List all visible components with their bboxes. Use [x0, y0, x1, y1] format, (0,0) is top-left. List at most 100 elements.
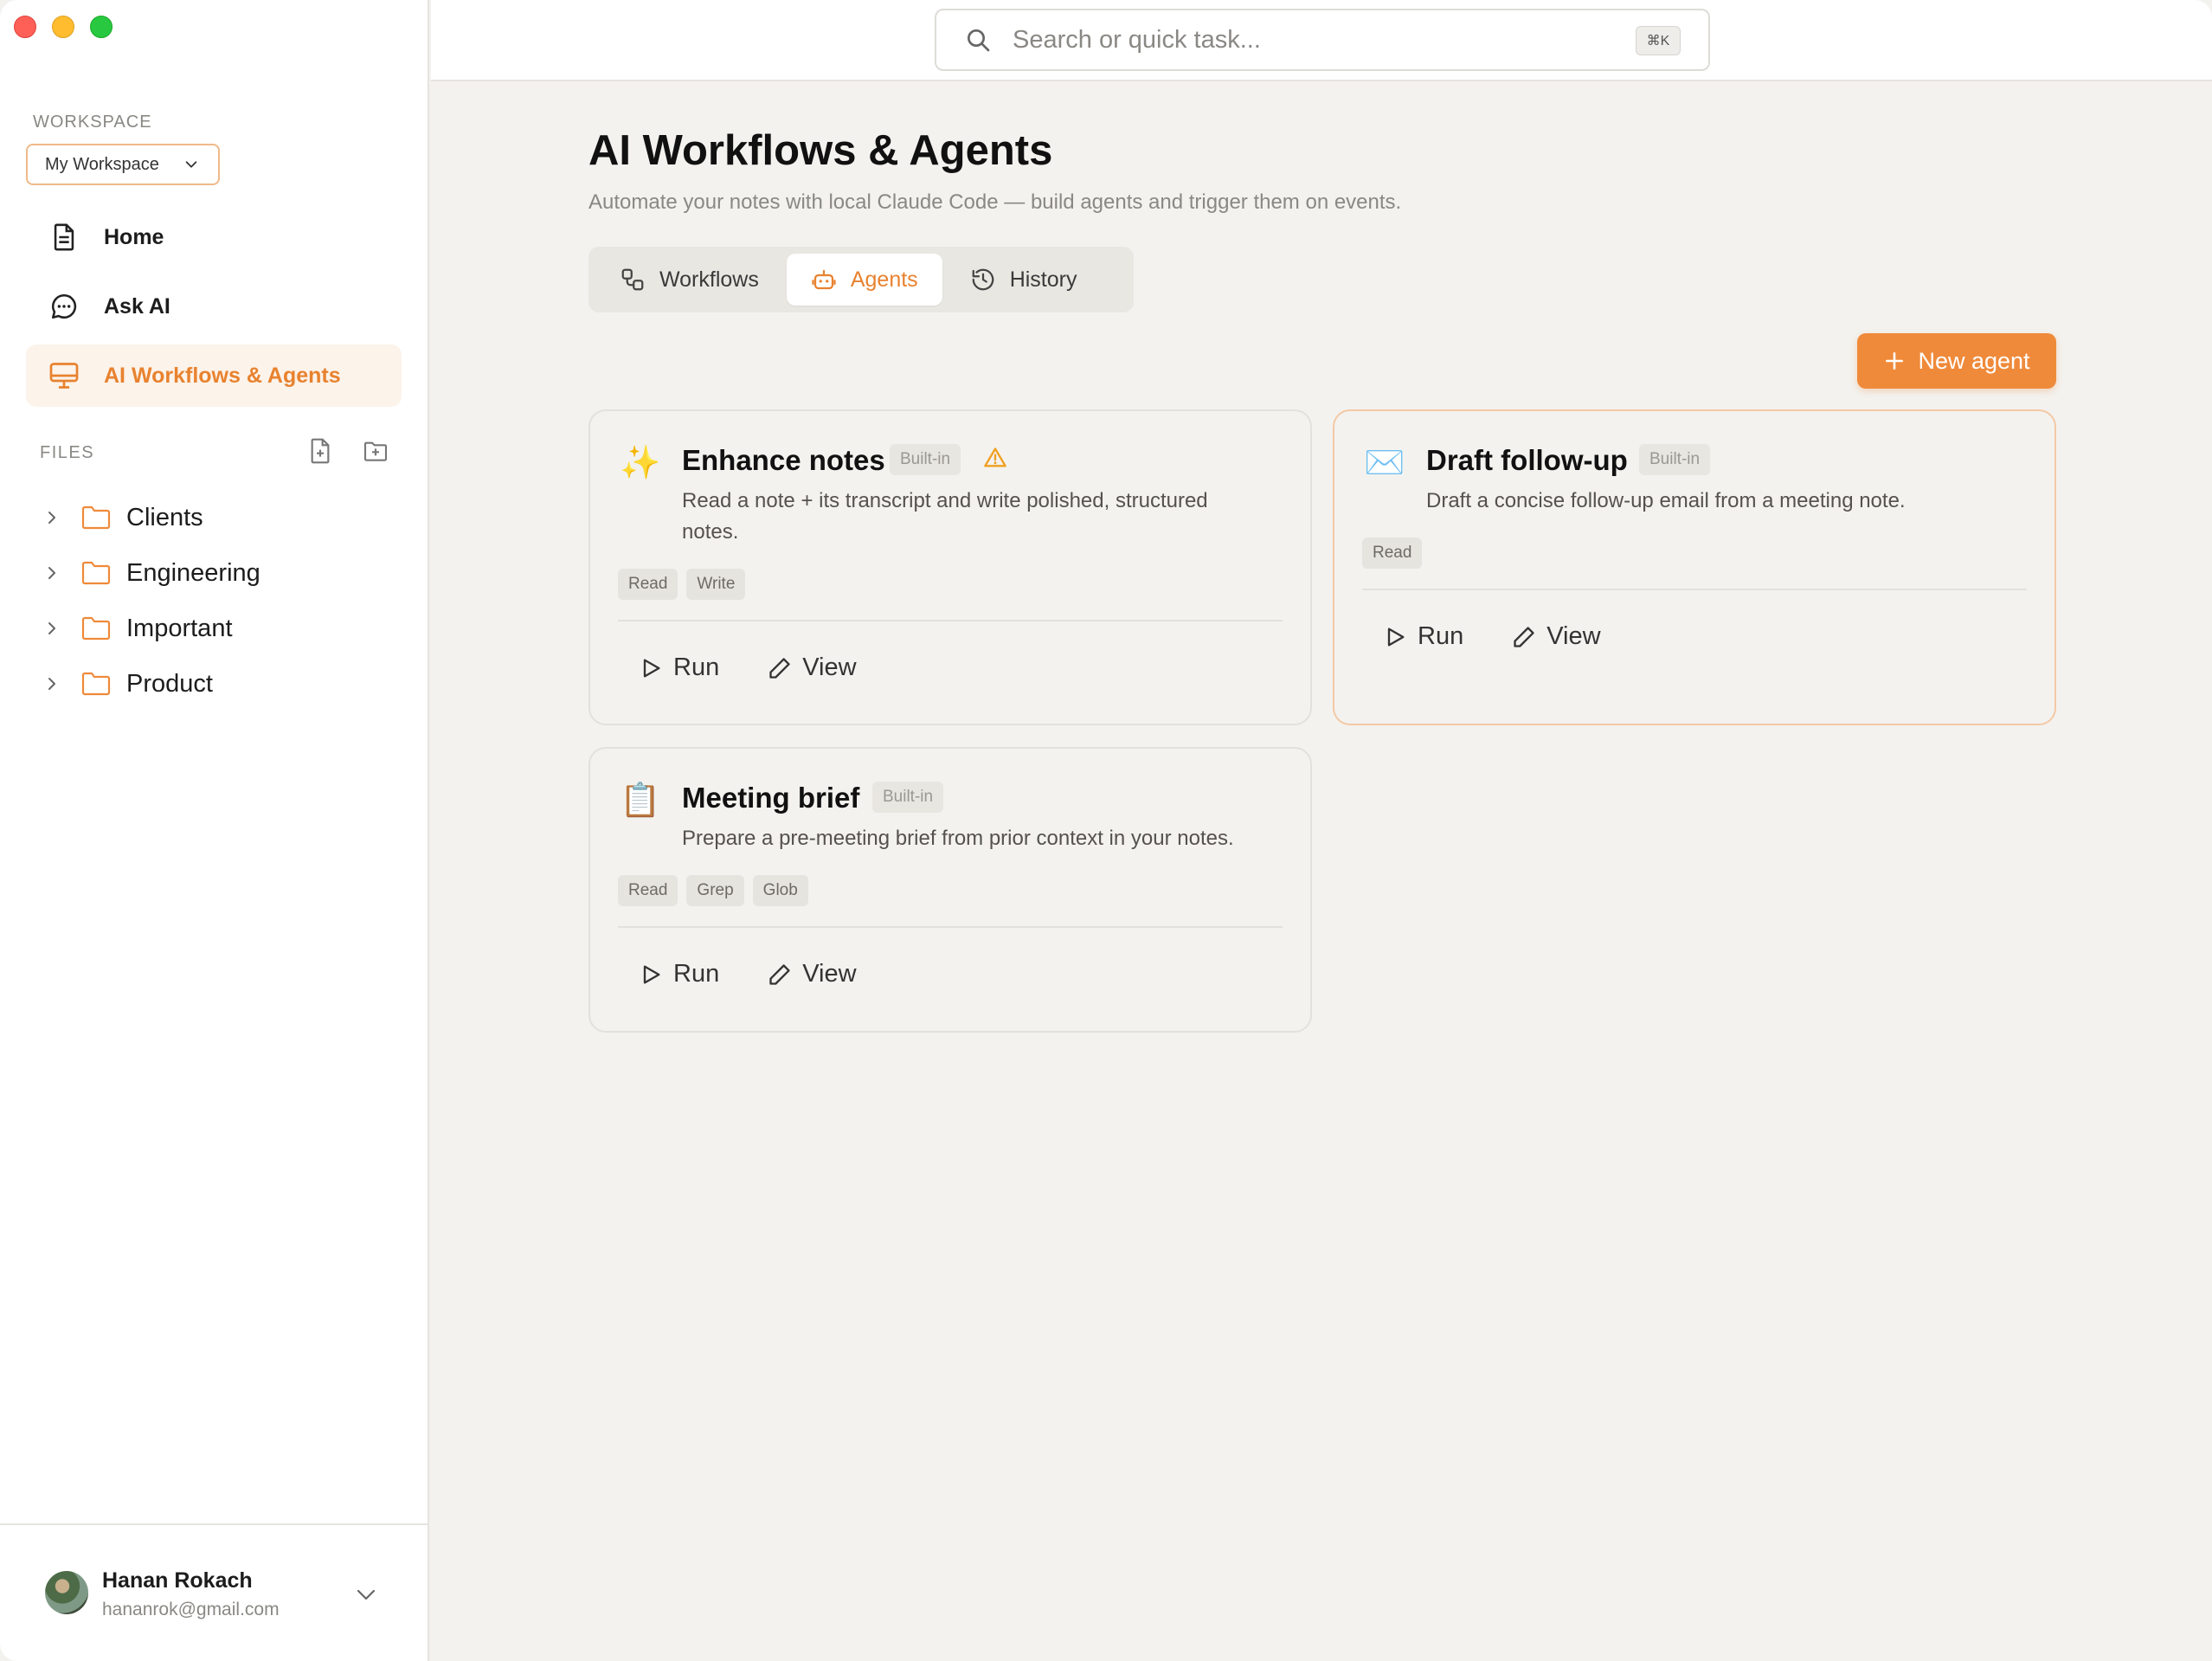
folder-icon — [81, 616, 111, 641]
agent-description: Read a note + its transcript and write p… — [682, 486, 1208, 548]
folder-label: Important — [126, 614, 233, 642]
run-button[interactable]: Run — [1383, 622, 1463, 651]
tab-bar: Workflows Agents History — [588, 247, 1134, 312]
chevron-right-icon[interactable] — [43, 509, 61, 526]
monitor-icon — [48, 360, 80, 391]
run-button[interactable]: Run — [639, 653, 719, 682]
tool-tag: Grep — [686, 875, 744, 906]
files-actions — [306, 437, 389, 465]
sparkles-icon: ✨ — [620, 445, 661, 481]
divider — [618, 926, 1283, 928]
view-button[interactable]: View — [768, 960, 857, 988]
agent-card-enhance-notes[interactable]: ✨ Enhance notes Built-in Read a note + i… — [588, 409, 1312, 725]
sidebar: WORKSPACE My Workspace Home Ask AI AI Wo… — [0, 0, 429, 1661]
agent-description: Prepare a pre-meeting brief from prior c… — [682, 823, 1234, 854]
page-title: AI Workflows & Agents — [588, 127, 1053, 174]
card-actions: Run View — [639, 960, 857, 988]
plus-icon — [1886, 352, 1904, 370]
sidebar-item-label: AI Workflows & Agents — [104, 363, 341, 388]
pencil-icon — [1514, 626, 1534, 647]
user-menu[interactable]: Hanan Rokach hananrok@gmail.com — [0, 1523, 429, 1661]
new-agent-label: New agent — [1918, 347, 2030, 374]
user-name: Hanan Rokach — [102, 1568, 253, 1593]
run-label: Run — [1418, 622, 1464, 650]
folder-item[interactable]: Important — [43, 601, 407, 656]
avatar — [45, 1571, 88, 1614]
close-window-button[interactable] — [14, 16, 36, 38]
folder-item[interactable]: Engineering — [43, 545, 407, 601]
view-button[interactable]: View — [1512, 622, 1601, 651]
new-agent-button[interactable]: New agent — [1857, 333, 2056, 389]
search-input[interactable]: Search or quick task... ⌘K — [935, 9, 1710, 71]
run-label: Run — [673, 653, 720, 681]
new-folder-icon[interactable] — [362, 437, 389, 465]
chevron-right-icon[interactable] — [43, 564, 61, 582]
chat-icon — [48, 291, 80, 322]
tool-tag: Read — [618, 569, 678, 600]
sidebar-item-home[interactable]: Home — [26, 206, 402, 268]
agent-card-meeting-brief[interactable]: 📋 Meeting brief Built-in Prepare a pre-m… — [588, 747, 1312, 1033]
shortcut-badge: ⌘K — [1636, 26, 1681, 55]
chevron-right-icon[interactable] — [43, 620, 61, 637]
card-actions: Run View — [1383, 622, 1601, 651]
files-label: FILES — [40, 443, 95, 462]
folder-icon — [81, 505, 111, 530]
sidebar-item-label: Ask AI — [104, 293, 170, 319]
tool-tag: Glob — [752, 875, 808, 906]
search-placeholder: Search or quick task... — [1013, 25, 1261, 54]
bot-icon — [812, 269, 836, 290]
divider — [618, 620, 1283, 621]
built-in-badge: Built-in — [890, 444, 961, 475]
tab-label: Workflows — [659, 267, 759, 292]
tool-tags: Read Grep Glob — [618, 875, 808, 906]
chevron-down-icon[interactable] — [355, 1586, 377, 1603]
built-in-badge: Built-in — [872, 782, 944, 813]
view-label: View — [802, 653, 857, 681]
tool-tags: Read Write — [618, 569, 746, 600]
warning-icon — [984, 447, 1006, 467]
workspace-label: WORKSPACE — [33, 113, 152, 132]
maximize-window-button[interactable] — [90, 16, 113, 38]
page-subtitle: Automate your notes with local Claude Co… — [588, 190, 1402, 214]
minimize-window-button[interactable] — [52, 16, 74, 38]
view-label: View — [802, 960, 857, 988]
workspace-select[interactable]: My Workspace — [26, 144, 220, 185]
sidebar-item-label: Home — [104, 224, 164, 249]
folder-item[interactable]: Product — [43, 656, 407, 711]
tab-label: History — [1009, 267, 1077, 292]
agent-card-draft-follow-up[interactable]: ✉️ Draft follow-up Built-in Draft a conc… — [1333, 409, 2056, 725]
play-icon — [643, 659, 660, 677]
pencil-icon — [769, 657, 790, 679]
folder-icon — [81, 561, 111, 585]
workflow-icon — [621, 268, 644, 291]
view-button[interactable]: View — [768, 653, 857, 682]
new-file-icon[interactable] — [306, 437, 334, 465]
envelope-icon: ✉️ — [1364, 445, 1405, 481]
sidebar-item-ai-workflows[interactable]: AI Workflows & Agents — [26, 344, 402, 407]
history-icon — [972, 268, 994, 291]
file-tree: Clients Engineering Important Product — [43, 490, 407, 711]
folder-icon — [81, 672, 111, 696]
tab-history[interactable]: History — [946, 254, 1102, 306]
agent-title: Draft follow-up — [1426, 444, 1628, 476]
tab-agents[interactable]: Agents — [786, 254, 942, 306]
pencil-icon — [769, 963, 790, 985]
tool-tag: Write — [686, 569, 746, 600]
run-label: Run — [673, 960, 720, 988]
divider — [1362, 589, 2027, 590]
folder-label: Product — [126, 669, 213, 698]
run-button[interactable]: Run — [639, 960, 719, 988]
play-icon — [1387, 628, 1405, 646]
tool-tags: Read — [1362, 538, 1423, 569]
sidebar-item-ask-ai[interactable]: Ask AI — [26, 275, 402, 338]
tab-workflows[interactable]: Workflows — [595, 254, 783, 306]
view-label: View — [1546, 622, 1601, 650]
built-in-badge: Built-in — [1639, 444, 1711, 475]
app-window: WORKSPACE My Workspace Home Ask AI AI Wo… — [0, 0, 2212, 1661]
chevron-right-icon[interactable] — [43, 675, 61, 692]
sidebar-nav: Home Ask AI AI Workflows & Agents — [26, 206, 402, 414]
top-bar: Search or quick task... ⌘K — [431, 0, 2212, 81]
user-email: hananrok@gmail.com — [102, 1600, 280, 1619]
agent-description-line: Draft a concise follow-up email from a m… — [1426, 489, 1906, 512]
folder-item[interactable]: Clients — [43, 490, 407, 545]
